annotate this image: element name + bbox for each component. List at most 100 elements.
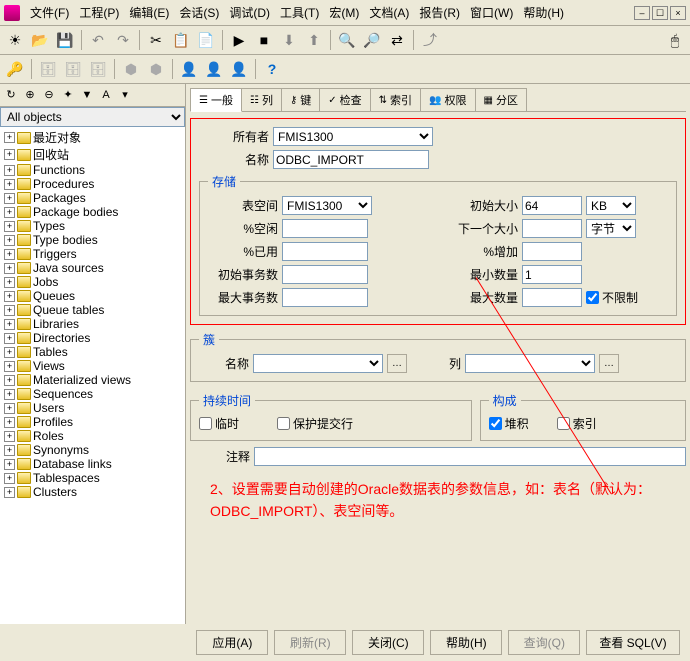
tree-item[interactable]: +Users [2,401,183,415]
tab-6[interactable]: ▦分区 [475,88,527,111]
tab-0[interactable]: ☰一般 [190,88,242,112]
tree-collapse-icon[interactable]: ⊖ [40,86,58,104]
tree-a-icon[interactable]: A [97,86,115,104]
expand-icon[interactable]: + [4,291,15,302]
expand-icon[interactable]: + [4,193,15,204]
expand-icon[interactable]: + [4,305,15,316]
index-check[interactable]: 索引 [557,415,597,432]
open-icon[interactable]: 📂 [29,29,51,51]
tab-2[interactable]: ⚷键 [281,88,320,111]
tree-item[interactable]: +Triggers [2,247,183,261]
tree-item[interactable]: +Synonyms [2,443,183,457]
expand-icon[interactable]: + [4,319,15,330]
expand-icon[interactable]: + [4,347,15,358]
obj1-icon[interactable]: ⬢ [120,58,142,80]
column-select[interactable] [465,354,595,373]
expand-icon[interactable]: + [4,445,15,456]
menu-help[interactable]: 帮助(H) [519,2,568,23]
expand-icon[interactable]: + [4,487,15,498]
user1-icon[interactable]: 👤 [178,58,200,80]
tree-item[interactable]: +Packages [2,191,183,205]
column-browse-button[interactable]: … [599,354,619,373]
find-icon[interactable]: 🔍 [336,29,358,51]
viewsql-button[interactable]: 查看 SQL(V) [586,630,679,655]
next-input[interactable] [522,219,582,238]
menu-macro[interactable]: 宏(M) [325,2,363,23]
tree-item[interactable]: +Functions [2,163,183,177]
paste-icon[interactable]: 📄 [195,29,217,51]
db2-icon[interactable]: 🗄 [62,58,84,80]
expand-icon[interactable]: + [4,249,15,260]
tree-item[interactable]: +Types [2,219,183,233]
new-icon[interactable]: ☀ [4,29,26,51]
tree-drop-icon[interactable]: ▾ [116,86,134,104]
exec-icon[interactable]: ▶ [228,29,250,51]
expand-icon[interactable]: + [4,149,15,160]
tree-item[interactable]: +Database links [2,457,183,471]
tree-item[interactable]: +Queue tables [2,303,183,317]
tree-item[interactable]: +Roles [2,429,183,443]
user2-icon[interactable]: 👤 [203,58,225,80]
tab-1[interactable]: ☷列 [241,88,282,111]
pctused-input[interactable] [282,242,368,261]
object-filter-select[interactable]: All objects [0,107,185,127]
bookmark-icon[interactable]: ⇄ [386,29,408,51]
expand-icon[interactable]: + [4,165,15,176]
stop-icon[interactable]: ■ [253,29,275,51]
expand-icon[interactable]: + [4,263,15,274]
user3-icon[interactable]: 👤 [228,58,250,80]
expand-icon[interactable]: + [4,361,15,372]
tree-item[interactable]: +Clusters [2,485,183,499]
db3-icon[interactable]: 🗄 [87,58,109,80]
menu-debug[interactable]: 调试(D) [225,2,274,23]
tree-item[interactable]: +Tablespaces [2,471,183,485]
undo-icon[interactable]: ↶ [87,29,109,51]
name-input[interactable] [273,150,429,169]
heap-check[interactable]: 堆积 [489,415,529,432]
refresh-button[interactable]: 刷新(R) [274,630,346,655]
save-icon[interactable]: 💾 [54,29,76,51]
tree-item[interactable]: +Tables [2,345,183,359]
expand-icon[interactable]: + [4,235,15,246]
initial-input[interactable] [522,196,582,215]
menu-report[interactable]: 报告(R) [415,2,464,23]
comment-input[interactable] [254,447,686,466]
tree-item[interactable]: +Jobs [2,275,183,289]
tree-item[interactable]: +Libraries [2,317,183,331]
initial-unit-select[interactable]: KB [586,196,636,215]
expand-icon[interactable]: + [4,473,15,484]
tree-item[interactable]: +Type bodies [2,233,183,247]
tree-filter-icon[interactable]: ▼ [78,86,96,104]
menu-project[interactable]: 工程(P) [75,2,123,23]
menu-doc[interactable]: 文档(A) [365,2,413,23]
expand-icon[interactable]: + [4,459,15,470]
initrans-input[interactable] [282,265,368,284]
tree-item[interactable]: +Queues [2,289,183,303]
tree-item[interactable]: +Procedures [2,177,183,191]
tree[interactable]: +最近对象+回收站+Functions+Procedures+Packages+… [0,127,185,624]
obj2-icon[interactable]: ⬢ [145,58,167,80]
help-button[interactable]: 帮助(H) [430,630,502,655]
expand-icon[interactable]: + [4,207,15,218]
owner-select[interactable]: FMIS1300 [273,127,433,146]
expand-icon[interactable]: + [4,333,15,344]
export-icon[interactable]: ⤴ [419,29,441,51]
expand-icon[interactable]: + [4,277,15,288]
expand-icon[interactable]: + [4,403,15,414]
expand-icon[interactable]: + [4,417,15,428]
key-icon[interactable]: 🔑 [4,58,26,80]
cluster-browse-button[interactable]: … [387,354,407,373]
menu-session[interactable]: 会话(S) [175,2,223,23]
expand-icon[interactable]: + [4,389,15,400]
menu-window[interactable]: 窗口(W) [466,2,517,23]
tool-icon[interactable]: 🖱 [664,29,686,51]
redo-icon[interactable]: ↷ [112,29,134,51]
tab-4[interactable]: ⇅索引 [370,88,421,111]
maximize-button[interactable]: ☐ [652,6,668,20]
close-button[interactable]: 关闭(C) [352,630,424,655]
maxtrans-input[interactable] [282,288,368,307]
menu-tools[interactable]: 工具(T) [276,2,323,23]
tree-item[interactable]: +回收站 [2,146,183,163]
tree-item[interactable]: +Views [2,359,183,373]
tree-item[interactable]: +Materialized views [2,373,183,387]
